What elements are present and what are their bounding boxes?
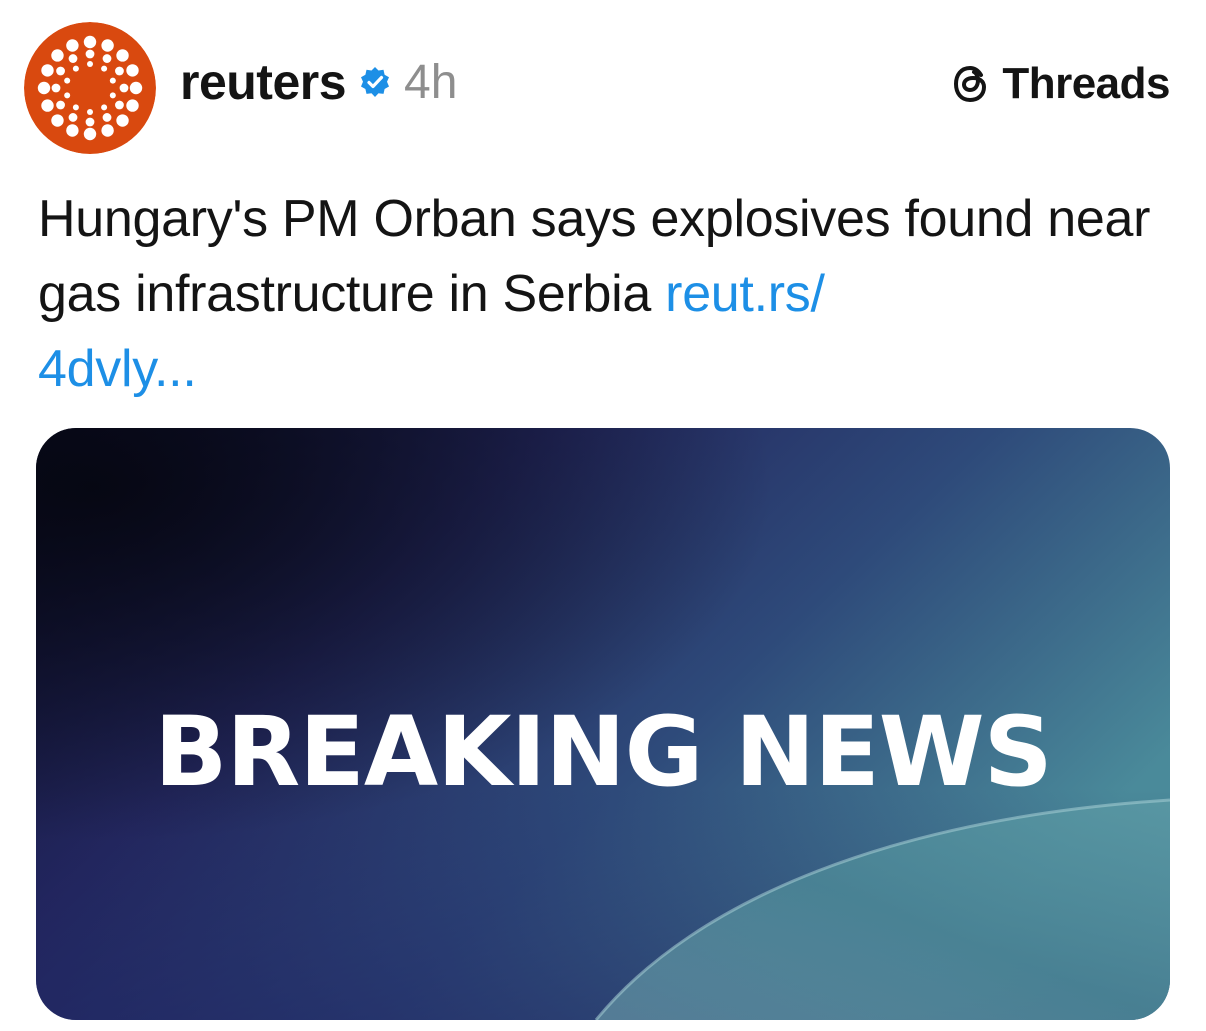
logo-dot — [126, 64, 139, 77]
logo-dot — [83, 35, 97, 49]
logo-dot — [126, 99, 139, 112]
reuters-logo-icon — [24, 22, 156, 154]
logo-dot — [102, 54, 112, 63]
logo-dot — [64, 92, 71, 99]
logo-dot — [109, 92, 116, 99]
logo-dot — [101, 124, 114, 137]
logo-dot — [87, 109, 93, 115]
logo-dot — [51, 49, 64, 62]
logo-dot — [66, 39, 79, 52]
logo-dot — [51, 114, 64, 127]
logo-dot — [116, 114, 129, 127]
post-timestamp: 4h — [404, 55, 458, 109]
logo-dot — [119, 83, 129, 93]
threads-label: Threads — [1002, 59, 1170, 108]
username[interactable]: reuters — [180, 53, 347, 111]
post-header: reuters 4h — [180, 50, 457, 114]
post-caption: Hungary's PM Orban says explosives found… — [38, 182, 1178, 407]
logo-dot — [109, 77, 116, 84]
logo-dot — [115, 66, 124, 76]
logo-dot — [116, 49, 129, 62]
breaking-news-headline: BREAKING NEWS — [154, 696, 1053, 808]
avatar[interactable] — [24, 22, 156, 154]
logo-dot — [56, 66, 65, 76]
caption-text: Hungary's PM Orban says explosives found… — [38, 190, 1151, 323]
logo-dot — [37, 81, 51, 95]
post-image[interactable]: BREAKING NEWS — [36, 428, 1170, 1020]
logo-dot — [115, 100, 124, 110]
logo-dot — [129, 81, 143, 95]
logo-dot — [85, 49, 95, 59]
logo-dot — [68, 54, 78, 63]
logo-dot — [101, 65, 108, 72]
logo-dot — [72, 65, 79, 72]
logo-dot — [68, 113, 78, 122]
logo-dot — [87, 61, 93, 67]
logo-dot — [51, 83, 61, 93]
logo-dot — [56, 100, 65, 110]
logo-dot — [72, 104, 79, 111]
threads-post: reuters 4h Threads Hungary's PM Orban sa… — [0, 0, 1206, 1031]
logo-dot — [41, 99, 54, 112]
logo-dot — [41, 64, 54, 77]
logo-dot — [83, 127, 97, 141]
threads-brand[interactable]: Threads — [948, 58, 1170, 110]
logo-dot — [101, 104, 108, 111]
logo-dot — [64, 77, 71, 84]
verified-badge-icon — [361, 67, 390, 97]
logo-dot — [66, 124, 79, 137]
threads-logo-icon — [954, 65, 987, 103]
logo-dot — [85, 117, 95, 127]
logo-dot — [102, 113, 112, 122]
logo-dot — [101, 39, 114, 52]
